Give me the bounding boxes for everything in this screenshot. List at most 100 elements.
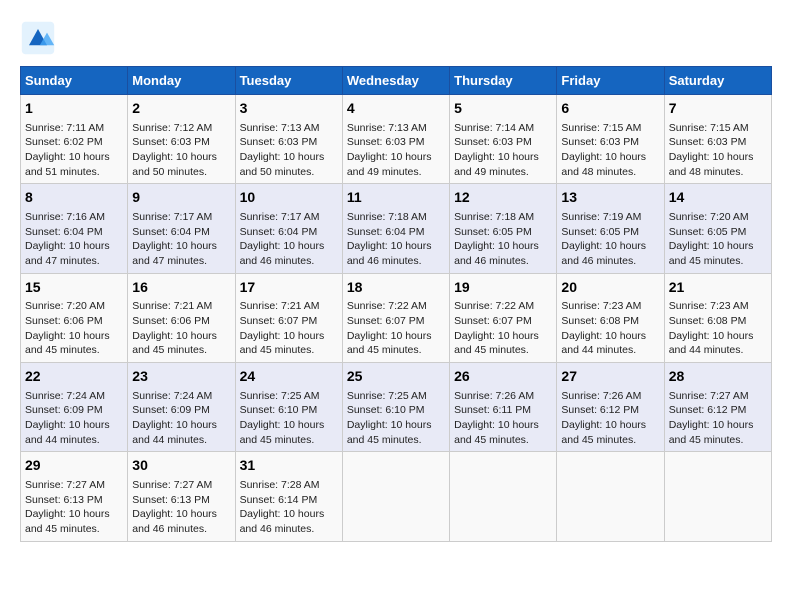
day-info: Sunrise: 7:26 AM Sunset: 6:11 PM Dayligh… bbox=[454, 389, 552, 448]
calendar-cell: 22Sunrise: 7:24 AM Sunset: 6:09 PM Dayli… bbox=[21, 363, 128, 452]
day-number: 29 bbox=[25, 456, 123, 476]
calendar-cell: 24Sunrise: 7:25 AM Sunset: 6:10 PM Dayli… bbox=[235, 363, 342, 452]
calendar-cell: 7Sunrise: 7:15 AM Sunset: 6:03 PM Daylig… bbox=[664, 95, 771, 184]
day-number: 19 bbox=[454, 278, 552, 298]
day-info: Sunrise: 7:23 AM Sunset: 6:08 PM Dayligh… bbox=[561, 299, 659, 358]
day-info: Sunrise: 7:27 AM Sunset: 6:13 PM Dayligh… bbox=[132, 478, 230, 537]
day-info: Sunrise: 7:13 AM Sunset: 6:03 PM Dayligh… bbox=[240, 121, 338, 180]
calendar-cell: 2Sunrise: 7:12 AM Sunset: 6:03 PM Daylig… bbox=[128, 95, 235, 184]
header-tuesday: Tuesday bbox=[235, 67, 342, 95]
calendar-cell: 20Sunrise: 7:23 AM Sunset: 6:08 PM Dayli… bbox=[557, 273, 664, 362]
day-info: Sunrise: 7:21 AM Sunset: 6:06 PM Dayligh… bbox=[132, 299, 230, 358]
calendar-cell bbox=[342, 452, 449, 541]
calendar-cell: 17Sunrise: 7:21 AM Sunset: 6:07 PM Dayli… bbox=[235, 273, 342, 362]
calendar-cell bbox=[450, 452, 557, 541]
day-info: Sunrise: 7:21 AM Sunset: 6:07 PM Dayligh… bbox=[240, 299, 338, 358]
day-number: 27 bbox=[561, 367, 659, 387]
day-number: 22 bbox=[25, 367, 123, 387]
day-number: 28 bbox=[669, 367, 767, 387]
day-info: Sunrise: 7:19 AM Sunset: 6:05 PM Dayligh… bbox=[561, 210, 659, 269]
calendar-cell: 29Sunrise: 7:27 AM Sunset: 6:13 PM Dayli… bbox=[21, 452, 128, 541]
calendar-cell bbox=[664, 452, 771, 541]
header-friday: Friday bbox=[557, 67, 664, 95]
day-number: 5 bbox=[454, 99, 552, 119]
day-info: Sunrise: 7:24 AM Sunset: 6:09 PM Dayligh… bbox=[25, 389, 123, 448]
day-info: Sunrise: 7:25 AM Sunset: 6:10 PM Dayligh… bbox=[347, 389, 445, 448]
calendar-cell: 30Sunrise: 7:27 AM Sunset: 6:13 PM Dayli… bbox=[128, 452, 235, 541]
day-number: 26 bbox=[454, 367, 552, 387]
day-info: Sunrise: 7:27 AM Sunset: 6:12 PM Dayligh… bbox=[669, 389, 767, 448]
day-info: Sunrise: 7:27 AM Sunset: 6:13 PM Dayligh… bbox=[25, 478, 123, 537]
day-number: 24 bbox=[240, 367, 338, 387]
day-info: Sunrise: 7:24 AM Sunset: 6:09 PM Dayligh… bbox=[132, 389, 230, 448]
calendar-cell: 1Sunrise: 7:11 AM Sunset: 6:02 PM Daylig… bbox=[21, 95, 128, 184]
calendar-cell: 10Sunrise: 7:17 AM Sunset: 6:04 PM Dayli… bbox=[235, 184, 342, 273]
logo bbox=[20, 20, 62, 56]
calendar-cell: 19Sunrise: 7:22 AM Sunset: 6:07 PM Dayli… bbox=[450, 273, 557, 362]
day-number: 23 bbox=[132, 367, 230, 387]
day-number: 16 bbox=[132, 278, 230, 298]
calendar-cell: 31Sunrise: 7:28 AM Sunset: 6:14 PM Dayli… bbox=[235, 452, 342, 541]
day-info: Sunrise: 7:23 AM Sunset: 6:08 PM Dayligh… bbox=[669, 299, 767, 358]
day-info: Sunrise: 7:26 AM Sunset: 6:12 PM Dayligh… bbox=[561, 389, 659, 448]
day-info: Sunrise: 7:15 AM Sunset: 6:03 PM Dayligh… bbox=[669, 121, 767, 180]
header-monday: Monday bbox=[128, 67, 235, 95]
calendar-cell: 16Sunrise: 7:21 AM Sunset: 6:06 PM Dayli… bbox=[128, 273, 235, 362]
calendar-cell: 25Sunrise: 7:25 AM Sunset: 6:10 PM Dayli… bbox=[342, 363, 449, 452]
day-number: 31 bbox=[240, 456, 338, 476]
day-info: Sunrise: 7:22 AM Sunset: 6:07 PM Dayligh… bbox=[347, 299, 445, 358]
day-info: Sunrise: 7:17 AM Sunset: 6:04 PM Dayligh… bbox=[132, 210, 230, 269]
calendar-week-row: 15Sunrise: 7:20 AM Sunset: 6:06 PM Dayli… bbox=[21, 273, 772, 362]
day-number: 4 bbox=[347, 99, 445, 119]
day-number: 30 bbox=[132, 456, 230, 476]
day-number: 10 bbox=[240, 188, 338, 208]
day-info: Sunrise: 7:28 AM Sunset: 6:14 PM Dayligh… bbox=[240, 478, 338, 537]
header-saturday: Saturday bbox=[664, 67, 771, 95]
calendar-cell: 23Sunrise: 7:24 AM Sunset: 6:09 PM Dayli… bbox=[128, 363, 235, 452]
day-number: 11 bbox=[347, 188, 445, 208]
day-number: 15 bbox=[25, 278, 123, 298]
calendar-week-row: 29Sunrise: 7:27 AM Sunset: 6:13 PM Dayli… bbox=[21, 452, 772, 541]
logo-icon bbox=[20, 20, 56, 56]
day-info: Sunrise: 7:17 AM Sunset: 6:04 PM Dayligh… bbox=[240, 210, 338, 269]
day-number: 17 bbox=[240, 278, 338, 298]
day-info: Sunrise: 7:12 AM Sunset: 6:03 PM Dayligh… bbox=[132, 121, 230, 180]
day-info: Sunrise: 7:18 AM Sunset: 6:05 PM Dayligh… bbox=[454, 210, 552, 269]
calendar-cell: 5Sunrise: 7:14 AM Sunset: 6:03 PM Daylig… bbox=[450, 95, 557, 184]
day-info: Sunrise: 7:20 AM Sunset: 6:06 PM Dayligh… bbox=[25, 299, 123, 358]
day-info: Sunrise: 7:11 AM Sunset: 6:02 PM Dayligh… bbox=[25, 121, 123, 180]
calendar-week-row: 8Sunrise: 7:16 AM Sunset: 6:04 PM Daylig… bbox=[21, 184, 772, 273]
day-info: Sunrise: 7:20 AM Sunset: 6:05 PM Dayligh… bbox=[669, 210, 767, 269]
calendar-cell: 27Sunrise: 7:26 AM Sunset: 6:12 PM Dayli… bbox=[557, 363, 664, 452]
calendar-cell: 4Sunrise: 7:13 AM Sunset: 6:03 PM Daylig… bbox=[342, 95, 449, 184]
day-number: 20 bbox=[561, 278, 659, 298]
calendar-cell: 28Sunrise: 7:27 AM Sunset: 6:12 PM Dayli… bbox=[664, 363, 771, 452]
calendar-cell: 18Sunrise: 7:22 AM Sunset: 6:07 PM Dayli… bbox=[342, 273, 449, 362]
day-number: 25 bbox=[347, 367, 445, 387]
calendar-cell: 8Sunrise: 7:16 AM Sunset: 6:04 PM Daylig… bbox=[21, 184, 128, 273]
calendar-cell: 3Sunrise: 7:13 AM Sunset: 6:03 PM Daylig… bbox=[235, 95, 342, 184]
calendar-cell: 11Sunrise: 7:18 AM Sunset: 6:04 PM Dayli… bbox=[342, 184, 449, 273]
calendar-cell: 15Sunrise: 7:20 AM Sunset: 6:06 PM Dayli… bbox=[21, 273, 128, 362]
calendar-table: SundayMondayTuesdayWednesdayThursdayFrid… bbox=[20, 66, 772, 542]
day-info: Sunrise: 7:18 AM Sunset: 6:04 PM Dayligh… bbox=[347, 210, 445, 269]
day-number: 1 bbox=[25, 99, 123, 119]
day-number: 2 bbox=[132, 99, 230, 119]
calendar-cell: 9Sunrise: 7:17 AM Sunset: 6:04 PM Daylig… bbox=[128, 184, 235, 273]
calendar-header-row: SundayMondayTuesdayWednesdayThursdayFrid… bbox=[21, 67, 772, 95]
day-info: Sunrise: 7:22 AM Sunset: 6:07 PM Dayligh… bbox=[454, 299, 552, 358]
day-info: Sunrise: 7:16 AM Sunset: 6:04 PM Dayligh… bbox=[25, 210, 123, 269]
header-wednesday: Wednesday bbox=[342, 67, 449, 95]
day-info: Sunrise: 7:14 AM Sunset: 6:03 PM Dayligh… bbox=[454, 121, 552, 180]
day-number: 7 bbox=[669, 99, 767, 119]
header-thursday: Thursday bbox=[450, 67, 557, 95]
day-number: 3 bbox=[240, 99, 338, 119]
day-info: Sunrise: 7:25 AM Sunset: 6:10 PM Dayligh… bbox=[240, 389, 338, 448]
day-number: 18 bbox=[347, 278, 445, 298]
calendar-cell: 6Sunrise: 7:15 AM Sunset: 6:03 PM Daylig… bbox=[557, 95, 664, 184]
day-number: 8 bbox=[25, 188, 123, 208]
day-info: Sunrise: 7:13 AM Sunset: 6:03 PM Dayligh… bbox=[347, 121, 445, 180]
day-info: Sunrise: 7:15 AM Sunset: 6:03 PM Dayligh… bbox=[561, 121, 659, 180]
day-number: 9 bbox=[132, 188, 230, 208]
calendar-cell: 26Sunrise: 7:26 AM Sunset: 6:11 PM Dayli… bbox=[450, 363, 557, 452]
